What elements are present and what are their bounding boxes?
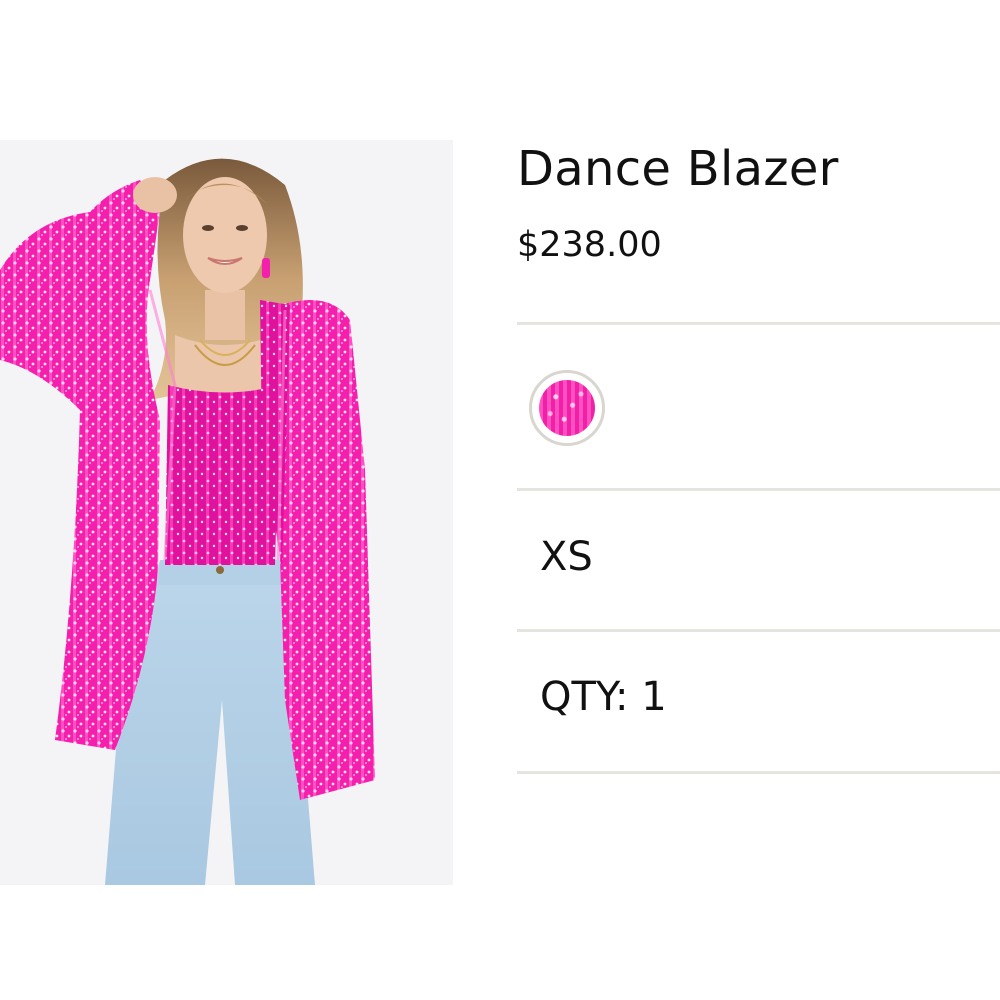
divider bbox=[517, 771, 1000, 774]
color-swatch[interactable] bbox=[529, 370, 605, 446]
product-price: $238.00 bbox=[517, 225, 662, 265]
quantity-selector[interactable]: QTY: 1 bbox=[540, 675, 667, 719]
size-selector[interactable]: XS bbox=[540, 535, 593, 579]
product-image-illustration bbox=[0, 140, 453, 885]
product-page: Dance Blazer $238.00 XS QTY: 1 bbox=[0, 0, 1000, 1000]
product-title: Dance Blazer bbox=[517, 141, 839, 197]
divider bbox=[517, 322, 1000, 325]
divider bbox=[517, 488, 1000, 491]
color-swatch-fill bbox=[539, 380, 595, 436]
divider bbox=[517, 629, 1000, 632]
product-image[interactable] bbox=[0, 140, 453, 885]
